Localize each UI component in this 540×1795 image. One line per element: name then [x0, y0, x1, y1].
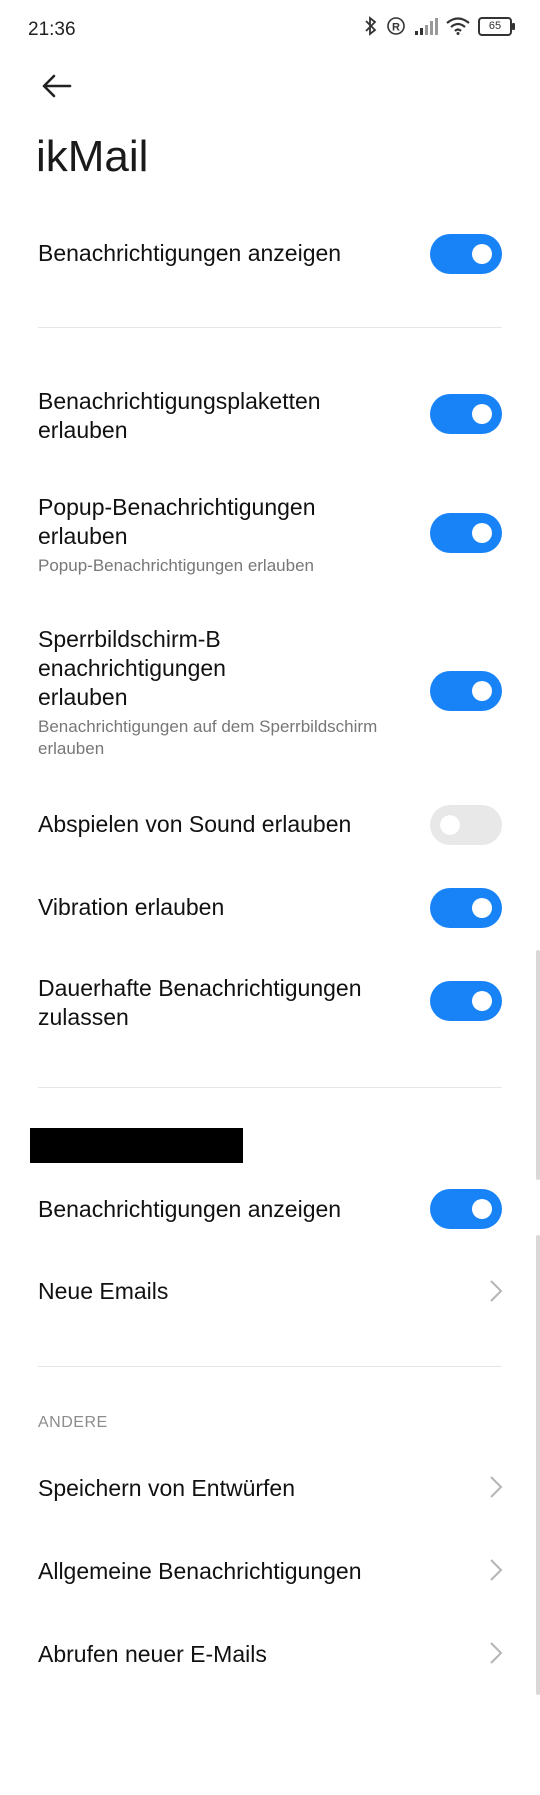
scrollbar-thumb[interactable] — [536, 950, 540, 1180]
page-title: ikMail — [36, 132, 149, 181]
status-time: 21:36 — [28, 19, 76, 40]
redacted-section-label — [30, 1128, 243, 1163]
wifi-icon — [446, 17, 470, 35]
section-label-other: ANDERE — [38, 1414, 108, 1431]
battery-level: 65 — [488, 20, 502, 32]
svg-text:R: R — [392, 22, 400, 34]
setting-title: Abrufen neuer E-Mails — [38, 1641, 267, 1667]
signal-icon — [415, 18, 438, 35]
scrollbar-track — [536, 1235, 540, 1695]
popup-toggle[interactable] — [430, 513, 502, 553]
persistent-toggle[interactable] — [430, 981, 502, 1021]
toggle-knob — [472, 898, 492, 918]
other-item-drafts[interactable]: Speichern von Entwürfen — [38, 1474, 502, 1503]
chevron-right-icon — [490, 1642, 503, 1664]
divider — [38, 1087, 502, 1088]
lockscreen-toggle[interactable] — [430, 671, 502, 711]
setting-title: Speichern von Entwürfen — [38, 1475, 295, 1501]
divider — [38, 327, 502, 328]
setting-title: Neue Emails — [38, 1278, 169, 1304]
chevron-right-icon — [490, 1280, 503, 1302]
toggle-knob — [472, 991, 492, 1011]
toggle-knob — [472, 244, 492, 264]
channel-new-emails[interactable]: Neue Emails — [38, 1277, 502, 1306]
divider — [38, 1366, 502, 1367]
badges-toggle[interactable] — [430, 394, 502, 434]
toggle-knob — [472, 404, 492, 424]
toggle-knob — [472, 1199, 492, 1219]
sound-toggle[interactable] — [430, 805, 502, 845]
chevron-right-icon — [490, 1559, 503, 1581]
bluetooth-icon — [365, 16, 377, 36]
setting-subtitle: Popup-Benachrichtigungen erlauben — [38, 556, 314, 575]
status-bar: 21:36 R 65 — [0, 0, 540, 60]
show-notifications-toggle[interactable] — [430, 234, 502, 274]
back-arrow-icon[interactable] — [38, 68, 74, 104]
other-item-fetch-emails[interactable]: Abrufen neuer E-Mails — [38, 1640, 502, 1669]
registered-icon: R — [387, 17, 405, 35]
toggle-knob — [472, 681, 492, 701]
setting-title: Allgemeine Benachrichtigungen — [38, 1558, 362, 1584]
status-icons: R 65 — [364, 16, 515, 36]
toggle-knob — [440, 815, 460, 835]
toggle-knob — [472, 523, 492, 543]
chevron-right-icon — [490, 1476, 503, 1498]
other-item-general-notifications[interactable]: Allgemeine Benachrichtigungen — [38, 1557, 502, 1586]
vibration-toggle[interactable] — [430, 888, 502, 928]
channel-show-notifications-toggle[interactable] — [430, 1189, 502, 1229]
battery-icon: 65 — [478, 16, 515, 36]
setting-subtitle: Benachrichtigungen auf dem Sperrbildschi… — [38, 717, 378, 758]
